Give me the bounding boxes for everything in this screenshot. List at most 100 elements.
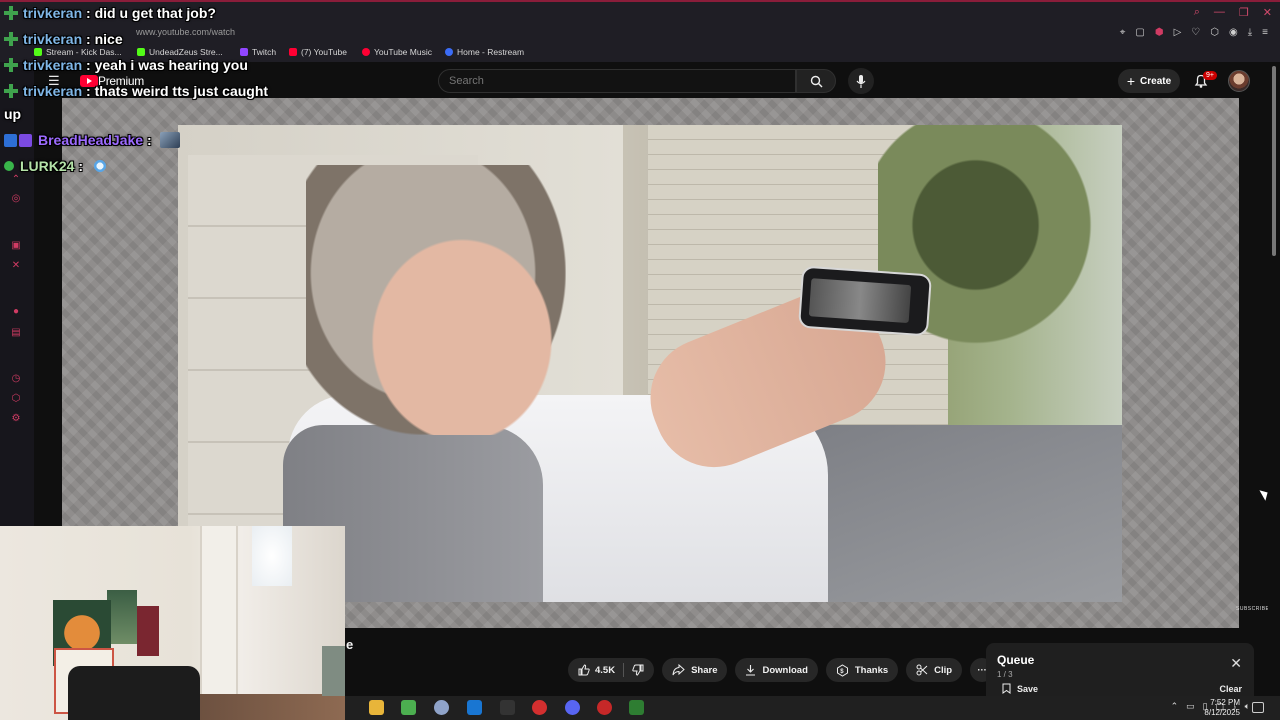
volume-icon[interactable]: 🔈︎ [1245, 701, 1250, 712]
webcam-overlay [0, 526, 345, 720]
search-icon[interactable]: ⌕ [1194, 6, 1200, 19]
sidebar-settings-icon[interactable]: ⚙ [10, 413, 22, 425]
obs-icon[interactable] [597, 700, 612, 715]
webcam-armchair [322, 646, 345, 696]
play-icon[interactable]: ▷ [1174, 27, 1182, 38]
sidebar-clock-icon[interactable]: ◷ [10, 373, 22, 385]
bookmark-youtube[interactable]: (7) YouTube [289, 47, 347, 57]
chat-message: trivkeran : nice [4, 31, 123, 47]
search-button[interactable] [796, 69, 836, 93]
voice-search-button[interactable] [848, 68, 874, 94]
microphone-icon [856, 74, 866, 88]
maximize-icon[interactable]: ❐ [1239, 6, 1249, 19]
search-input[interactable] [439, 70, 795, 92]
pin-icon[interactable]: ⌖ [1120, 27, 1126, 38]
queue-count: 1 / 3 [997, 670, 1013, 679]
screen: www.youtube.com/watch ⌕ — ❐ ✕ ⌖ ▢ ⬢ ▷ ♡ … [0, 0, 1280, 720]
screenshot-icon[interactable]: ▢ [1135, 27, 1144, 38]
shield-icon[interactable]: ⬢ [1155, 27, 1164, 38]
sidebar-arrow-icon[interactable]: ⌃ [10, 174, 22, 186]
network-icon[interactable]: ▭ [1186, 701, 1195, 712]
spreadsheet-icon[interactable] [401, 700, 416, 715]
video-title: e [346, 637, 354, 652]
webcam-door [200, 526, 238, 696]
thanks-button[interactable]: $ Thanks [825, 658, 899, 682]
close-icon[interactable]: ✕ [1263, 6, 1272, 19]
queue-clear-button[interactable]: Clear [1219, 684, 1242, 694]
sidebar-instagram-icon[interactable]: ◎ [10, 193, 22, 205]
menu-icon[interactable]: ≡ [1262, 27, 1268, 38]
titlebar-accent-line [0, 0, 1280, 2]
plus-icon: + [1126, 73, 1136, 89]
discord-icon[interactable] [565, 700, 580, 715]
bookmark-icon [1002, 683, 1011, 694]
svg-text:$: $ [840, 669, 844, 675]
x-icon[interactable] [500, 700, 515, 715]
subscribe-watermark[interactable]: SUBSCRIBE [1236, 606, 1269, 612]
bookmark-youtube-music[interactable]: YouTube Music [362, 47, 432, 57]
chat-message: trivkeran : did u get that job? [4, 5, 216, 21]
kick-icon [34, 48, 42, 56]
video-phone-screen [808, 278, 912, 324]
queue-save-button[interactable]: Save [1002, 683, 1038, 694]
taskbar-clock[interactable]: 7:52 PM 8/12/2025 [1198, 698, 1240, 718]
bookmark-twitch[interactable]: Twitch [240, 47, 276, 57]
youtube-music-icon [362, 48, 370, 56]
chat-badge-icon [4, 134, 17, 147]
file-explorer-icon[interactable] [369, 700, 384, 715]
chat-badge-icon [19, 134, 32, 147]
minimize-icon[interactable]: — [1214, 6, 1225, 19]
like-dislike-group: 4.5K [568, 658, 655, 682]
queue-close-icon[interactable]: ✕ [1230, 655, 1242, 672]
thumbs-down-icon[interactable] [632, 664, 644, 676]
app-icon[interactable] [434, 700, 449, 715]
sidebar-record-icon[interactable]: ● [10, 306, 22, 318]
extensions-icon[interactable]: ⬡ [1210, 27, 1219, 38]
like-button[interactable]: 4.5K [578, 664, 615, 676]
outlook-icon[interactable] [467, 700, 482, 715]
sidebar-chat-icon[interactable]: ▣ [10, 240, 22, 252]
video-phone [797, 265, 933, 337]
heart-icon[interactable]: ♡ [1191, 27, 1200, 38]
notification-center-icon[interactable] [1252, 702, 1264, 713]
account-avatar[interactable] [1228, 70, 1250, 92]
clip-button[interactable]: Clip [906, 658, 963, 682]
webcam-chair [68, 666, 200, 720]
download-icon[interactable]: ⤓ [1248, 27, 1252, 38]
twitch-icon [240, 48, 248, 56]
page-scrollbar-thumb[interactable] [1272, 66, 1276, 256]
youtube-icon [289, 48, 297, 56]
video-actions: 4.5K Share Download $ Thanks Clip ··· [568, 658, 995, 682]
webcam-poster-red [137, 606, 159, 656]
share-button[interactable]: Share [662, 658, 728, 682]
url-text[interactable]: www.youtube.com/watch [136, 27, 235, 37]
sidebar-x-icon[interactable]: ✕ [10, 260, 22, 272]
chat-message: BreadHeadJake : [4, 132, 180, 148]
notification-count-badge: 9+ [1203, 71, 1217, 80]
restream-icon [445, 48, 453, 56]
share-icon [672, 664, 685, 676]
download-button[interactable]: Download [735, 658, 818, 682]
chevron-up-icon[interactable]: ⌃ [1171, 701, 1179, 712]
webcam-window-light [252, 526, 292, 586]
profile-icon[interactable]: ◉ [1229, 27, 1238, 38]
extension-icons: ⌖ ▢ ⬢ ▷ ♡ ⬡ ◉ ⤓ ≡ [1120, 27, 1268, 38]
sidebar-folder-icon[interactable]: ▤ [10, 327, 22, 339]
sidebar-box-icon[interactable]: ⬡ [10, 393, 22, 405]
thanks-icon: $ [836, 663, 848, 677]
create-button[interactable]: + Create [1118, 69, 1180, 93]
bookmark-kick-stream[interactable]: Stream - Kick Das... [34, 47, 122, 57]
bookmark-undeadzeus[interactable]: UndeadZeus Stre... [137, 47, 223, 57]
opera-icon[interactable] [532, 700, 547, 715]
like-divider [623, 663, 625, 677]
search-box [438, 69, 796, 93]
chat-badge-icon [4, 32, 18, 46]
chat-emote-icon [159, 132, 180, 148]
bookmark-restream[interactable]: Home - Restream [445, 47, 524, 57]
chat-message: LURK24 : [4, 158, 107, 174]
video-trees [878, 125, 1122, 375]
video-person-head [306, 165, 566, 435]
clock-date: 8/12/2025 [1204, 708, 1240, 717]
queue-title: Queue [997, 653, 1035, 667]
app-active-icon[interactable] [629, 700, 644, 715]
